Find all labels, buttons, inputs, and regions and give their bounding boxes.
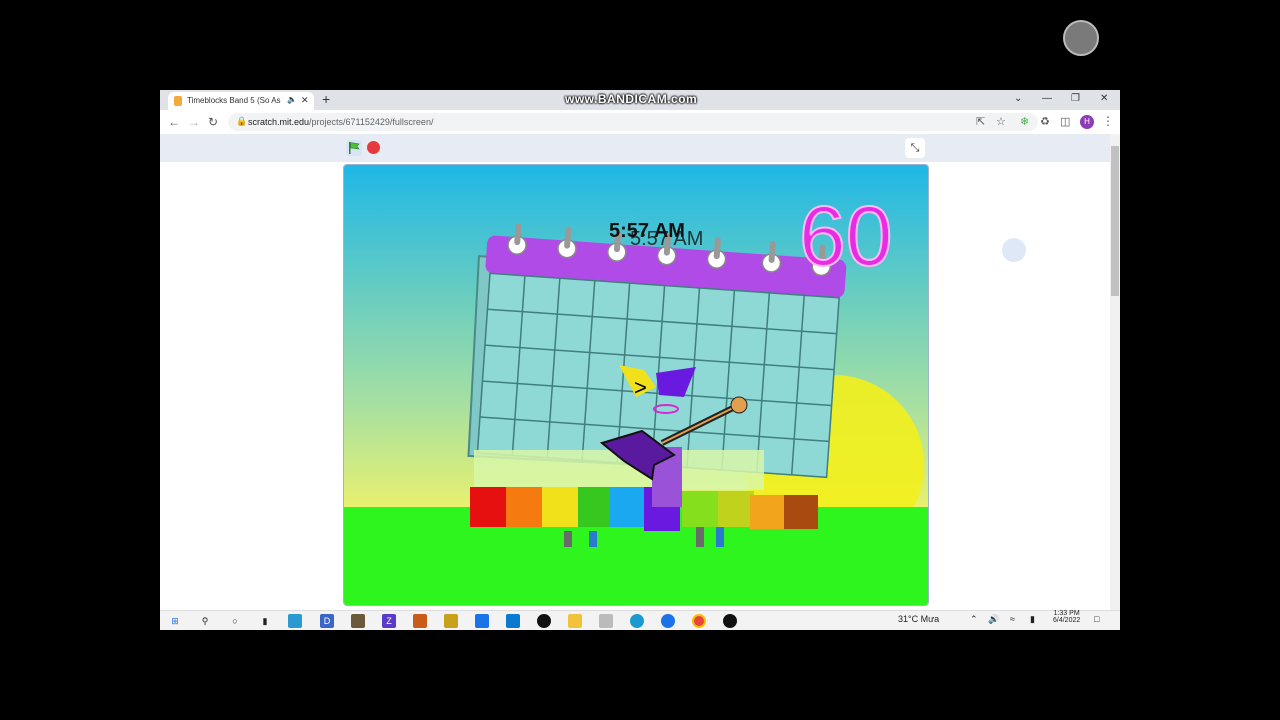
extension-icon[interactable]: ❄ [1020, 115, 1029, 128]
windows-taskbar: ⊞ ⚲ ○ ▮ D Z 31°C Mưa ⌃ 🔊 ≈ ▮ 1:33 PM 6/4/… [160, 610, 1120, 630]
share-icon[interactable]: ⇱ [976, 115, 985, 128]
calendar-front [476, 223, 847, 479]
forward-button[interactable]: → [188, 115, 200, 129]
weather-widget[interactable]: 31°C Mưa [898, 614, 939, 624]
extensions-puzzle-icon[interactable]: ♻ [1040, 115, 1050, 128]
zalo-icon[interactable] [661, 614, 675, 628]
page-content: ⤡ > 5:57 AM 5:57 AM 60 [160, 134, 1120, 610]
profile-avatar[interactable]: H [1080, 115, 1094, 129]
side-panel-icon[interactable]: ◫ [1060, 115, 1070, 128]
stage-scene: > 5:57 AM 5:57 AM 60 [344, 165, 928, 605]
svg-text:>: > [634, 375, 647, 400]
bandicam-watermark: www.BANDICAM.com [565, 92, 698, 106]
mouse-cursor-highlight [1002, 238, 1026, 262]
browser-window: Timeblocks Band 5 (So As Th 🔈 ✕ + www.BA… [160, 90, 1120, 630]
volume-icon[interactable]: 🔊 [988, 614, 999, 625]
app-d-icon[interactable]: D [320, 614, 334, 628]
edge-icon[interactable] [630, 614, 644, 628]
scratch-favicon-icon [174, 96, 182, 106]
new-tab-button[interactable]: + [322, 91, 330, 107]
tab-strip: Timeblocks Band 5 (So As Th 🔈 ✕ + www.BA… [160, 90, 1120, 110]
tab-title: Timeblocks Band 5 (So As Th [187, 96, 283, 105]
exit-fullscreen-button[interactable]: ⤡ [905, 138, 925, 158]
lock-icon[interactable]: 🔒 [236, 116, 247, 127]
page-scrollbar[interactable] [1110, 134, 1120, 610]
recording-indicator [1063, 20, 1099, 56]
windows-start-icon[interactable]: ⊞ [168, 614, 182, 628]
wifi-icon[interactable]: ≈ [1010, 614, 1015, 624]
close-window-button[interactable]: ✕ [1100, 93, 1108, 104]
mail-icon[interactable] [506, 614, 520, 628]
green-flag-icon[interactable] [346, 140, 362, 156]
app-grid-icon[interactable] [599, 614, 613, 628]
stop-sign-icon[interactable] [367, 141, 380, 154]
cortana-icon[interactable]: ○ [228, 614, 242, 628]
bandicam-record-icon[interactable] [723, 614, 737, 628]
back-button[interactable]: ← [168, 115, 180, 129]
game-app-icon[interactable] [351, 614, 365, 628]
clock-label-echo: 5:57 AM [630, 228, 703, 250]
notifications-icon[interactable]: □ [1094, 614, 1099, 624]
chrome-icon[interactable] [692, 614, 706, 628]
file-explorer-icon[interactable] [568, 614, 582, 628]
restore-button[interactable]: ❐ [1071, 93, 1080, 104]
search-icon[interactable]: ⚲ [198, 614, 212, 628]
app-z-icon[interactable]: Z [382, 614, 396, 628]
minimize-button[interactable]: — [1042, 93, 1052, 104]
scratch-controls-bar: ⤡ [160, 134, 1110, 162]
browser-menu-button[interactable]: ⋮ [1102, 114, 1114, 128]
speaker-icon[interactable]: 🔈 [287, 95, 297, 104]
clock[interactable]: 1:33 PM 6/4/2022 [1053, 610, 1080, 624]
tab-timeblocks[interactable]: Timeblocks Band 5 (So As Th 🔈 ✕ [168, 92, 314, 110]
url-text[interactable]: scratch.mit.edu/projects/671152429/fulls… [248, 117, 433, 127]
bookmark-star-icon[interactable]: ☆ [996, 115, 1006, 128]
task-view-icon[interactable]: ▮ [258, 614, 272, 628]
dell-icon[interactable] [537, 614, 551, 628]
reload-button[interactable]: ↻ [208, 115, 218, 129]
game-3-app-icon[interactable] [444, 614, 458, 628]
game-2-app-icon[interactable] [413, 614, 427, 628]
scrollbar-thumb[interactable] [1111, 146, 1119, 296]
scratch-stage[interactable]: > 5:57 AM 5:57 AM 60 [343, 164, 929, 606]
tab-close-button[interactable]: ✕ [301, 95, 309, 106]
battery-icon[interactable]: ▮ [1030, 614, 1035, 625]
tray-chevron-icon[interactable]: ⌃ [970, 614, 978, 625]
tab-search-icon[interactable]: ⌄ [1014, 93, 1022, 104]
address-bar[interactable]: 🔒 scratch.mit.edu/projects/671152429/ful… [228, 113, 1038, 131]
gamepad-app-icon[interactable] [288, 614, 302, 628]
store-icon[interactable] [475, 614, 489, 628]
toolbar: ← → ↻ 🔒 scratch.mit.edu/projects/6711524… [160, 110, 1120, 135]
counter-number: 60 [799, 189, 892, 283]
